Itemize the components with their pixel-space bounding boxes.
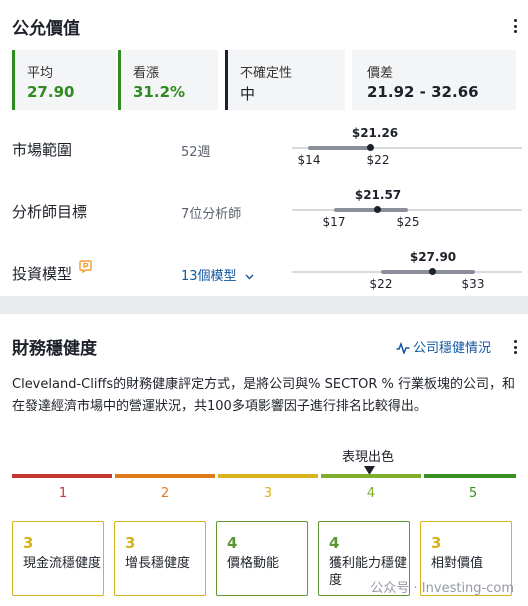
market-range-high: $22 [366,153,390,167]
health-card-cash-flow[interactable]: 3 現金流穩健度 [12,521,104,596]
scale-number-2: 2 [160,486,170,501]
metric-label: 不確定性 [240,66,293,81]
scale-segment-4 [321,474,421,478]
health-label: 相對價值 [431,556,484,571]
pro-model-icon [79,260,92,273]
health-score: 4 [227,534,238,552]
metric-spread: 價差 21.92 - 32.66 [352,50,516,110]
models-fill [381,270,475,274]
scale-segment-3 [218,474,318,478]
fair-value-card: 公允價值 平均 27.90 看漲 31.2% 不確定性 中 價差 21.92 -… [0,0,528,296]
metric-label: 看漲 [133,66,160,81]
market-range-label: 市場範圍 [12,141,73,159]
metric-average: 平均 27.90 [12,50,116,110]
pulse-icon [396,341,410,356]
health-card-momentum[interactable]: 4 價格動能 [216,521,308,596]
market-range-low: $14 [297,153,321,167]
health-description: Cleveland-Cliffs的財務健康評定方式，是將公司與% SECTOR … [12,377,516,414]
market-range-current: $21.26 [351,126,399,140]
health-score: 4 [329,534,340,552]
health-label: 增長穩健度 [125,556,191,571]
metric-accent-bar [118,50,121,110]
analyst-target-marker [374,206,381,213]
models-current: $27.90 [409,250,457,264]
market-range-marker [367,144,374,151]
scale-number-1: 1 [58,486,68,501]
market-range-period: 52週 [181,145,211,160]
analyst-target-label: 分析師目標 [12,203,88,221]
company-health-link-label: 公司穩健情況 [413,341,492,356]
metric-value: 31.2% [133,83,186,101]
analyst-target-low: $17 [322,215,346,229]
metric-value: 21.92 - 32.66 [367,83,479,101]
metric-accent-bar [225,50,228,110]
health-score: 3 [23,534,34,552]
models-high: $33 [461,277,485,291]
analyst-target-high: $25 [396,215,420,229]
analyst-target-current: $21.57 [354,188,402,202]
scale-segment-5 [424,474,516,478]
rating-caption: 表現出色 [342,450,395,465]
metric-label: 平均 [27,66,54,81]
health-label: 現金流穩健度 [23,556,102,571]
models-dropdown[interactable]: 13個模型 [181,265,254,284]
scale-segment-1 [12,474,112,478]
scale-number-3: 3 [263,486,273,501]
metric-accent-bar [12,50,15,110]
metric-value: 中 [240,85,256,103]
models-low: $22 [369,277,393,291]
metric-upside: 看漲 31.2% [118,50,218,110]
more-options-icon[interactable] [514,19,518,33]
scale-segment-2 [115,474,215,478]
watermark: 公众号 · Investing-com [370,581,514,596]
metric-label: 價差 [367,66,394,81]
scale-number-4: 4 [366,486,376,501]
metric-uncertainty: 不確定性 中 [225,50,345,110]
company-health-link[interactable]: 公司穩健情況 [396,337,491,356]
more-options-icon[interactable] [514,340,518,354]
financial-health-title: 財務穩健度 [12,339,97,359]
market-range-fill [308,146,370,150]
models-label: 投資模型 [12,265,73,283]
metric-value: 27.90 [27,83,75,101]
health-card-growth[interactable]: 3 增長穩健度 [114,521,206,596]
analyst-target-fill [334,208,408,212]
health-score: 3 [431,534,442,552]
chevron-down-icon [245,274,254,279]
analyst-count: 7位分析師 [181,207,242,222]
fair-value-title: 公允價值 [12,19,80,39]
scale-number-5: 5 [468,486,478,501]
models-marker [429,268,436,275]
models-dropdown-label: 13個模型 [181,269,237,284]
health-score: 3 [125,534,136,552]
health-label: 價格動能 [227,556,280,571]
